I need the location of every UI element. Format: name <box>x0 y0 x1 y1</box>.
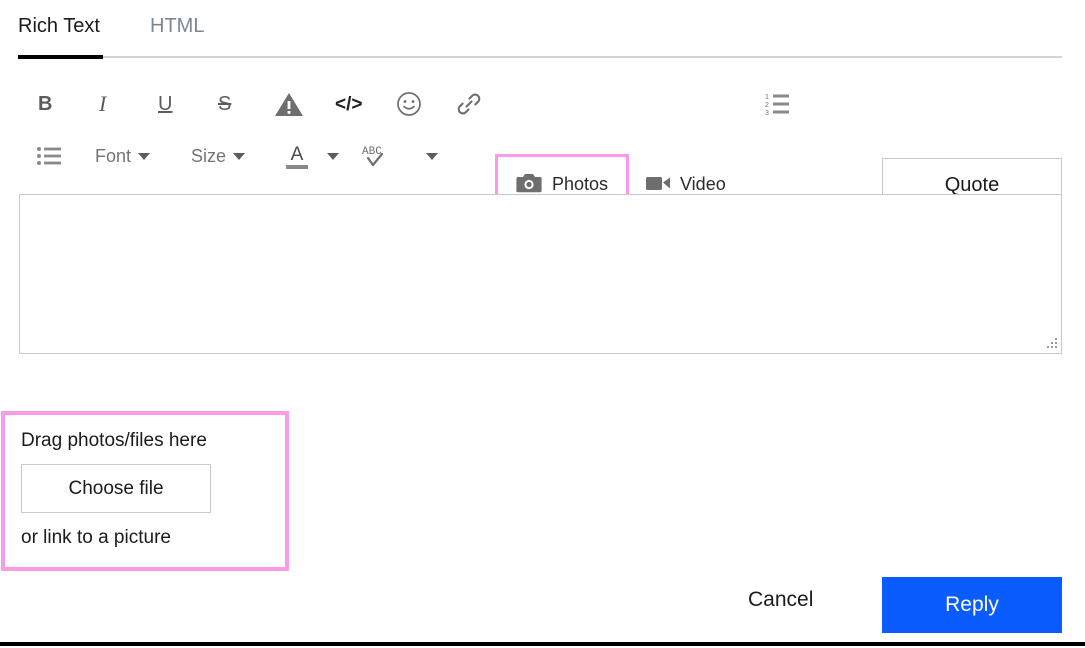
text-color-swatch <box>286 165 308 169</box>
svg-text:1: 1 <box>765 94 769 101</box>
tab-active-indicator <box>18 55 103 59</box>
svg-text:2: 2 <box>765 102 769 109</box>
chevron-down-icon <box>233 153 245 160</box>
toolbar-row-primary: B I U S </> <box>0 78 1085 130</box>
bold-icon: B <box>38 94 52 114</box>
size-dropdown-label: Size <box>191 146 226 167</box>
numbered-list-button[interactable]: 1 2 3 <box>765 92 789 116</box>
bold-button[interactable]: B <box>38 94 52 114</box>
italic-icon: I <box>99 93 106 115</box>
tab-html[interactable]: HTML <box>150 12 204 40</box>
toolbar-row-secondary: Font Size ABC <box>0 130 1085 182</box>
dropzone-title: Drag photos/files here <box>21 429 269 453</box>
strikethrough-icon: S <box>218 94 231 114</box>
strikethrough-button[interactable]: S <box>218 94 231 114</box>
tab-rich-text[interactable]: Rich Text <box>18 12 100 40</box>
editor-content[interactable] <box>20 195 1061 353</box>
bottom-bar <box>0 642 1085 646</box>
rich-text-editor[interactable] <box>19 194 1062 354</box>
code-icon: </> <box>335 95 362 114</box>
spellcheck-dropdown-arrow[interactable] <box>426 153 438 160</box>
choose-file-button[interactable]: Choose file <box>21 464 211 513</box>
reply-button[interactable]: Reply <box>882 577 1062 633</box>
text-color-button[interactable]: A <box>286 146 308 169</box>
chevron-down-icon <box>426 153 438 160</box>
chevron-down-icon <box>138 153 150 160</box>
formatting-toolbar: B I U S </> <box>0 78 1085 188</box>
svg-text:3: 3 <box>765 110 769 116</box>
bullet-list-icon <box>37 146 61 166</box>
warning-triangle-icon <box>274 91 304 117</box>
underline-button[interactable]: U <box>158 94 172 114</box>
link-button[interactable] <box>456 91 482 117</box>
smiley-icon <box>396 91 422 117</box>
tab-rail <box>18 56 1062 58</box>
spellcheck-icon: ABC <box>362 143 392 169</box>
text-color-letter: A <box>286 146 308 163</box>
text-color-dropdown-arrow[interactable] <box>327 153 339 160</box>
resize-handle[interactable] <box>1043 335 1059 351</box>
chevron-down-icon <box>327 153 339 160</box>
numbered-list-icon: 1 2 3 <box>765 92 789 116</box>
italic-button[interactable]: I <box>99 93 106 115</box>
font-dropdown-label: Font <box>95 146 131 167</box>
size-dropdown[interactable]: Size <box>191 146 245 167</box>
font-dropdown[interactable]: Font <box>95 146 150 167</box>
link-icon <box>456 91 482 117</box>
cancel-button[interactable]: Cancel <box>748 588 813 612</box>
warning-button[interactable] <box>274 91 304 117</box>
dropzone-link-text[interactable]: or link to a picture <box>21 526 269 550</box>
code-button[interactable]: </> <box>335 95 362 114</box>
spellcheck-button[interactable]: ABC <box>362 143 392 169</box>
tab-bar: Rich Text HTML <box>0 0 1085 58</box>
bullet-list-button[interactable] <box>37 146 61 166</box>
emoji-button[interactable] <box>396 91 422 117</box>
underline-icon: U <box>158 94 172 114</box>
photo-dropzone[interactable]: Drag photos/files here Choose file or li… <box>1 411 289 571</box>
